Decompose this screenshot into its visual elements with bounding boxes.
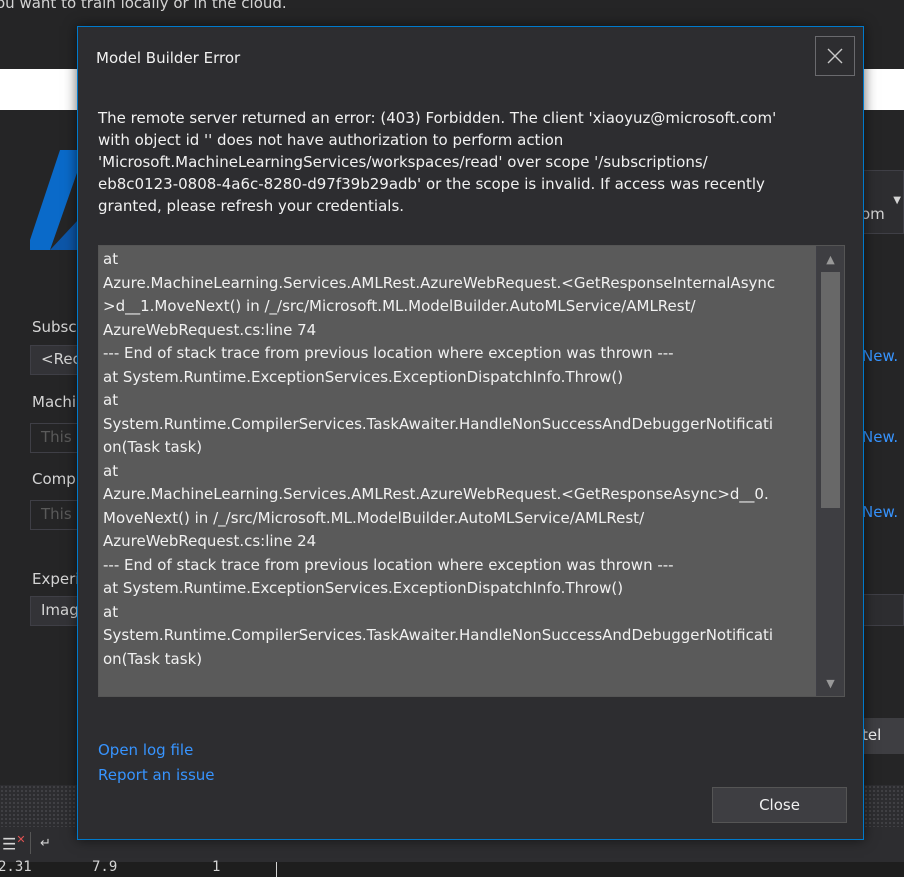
word-wrap-icon[interactable]: ↵ <box>40 836 51 851</box>
data-row: 2.31 7.9 1 <box>0 859 904 877</box>
compute-label: Comp <box>32 470 76 488</box>
account-combo[interactable]: om ▼ <box>860 170 904 234</box>
open-log-file-link[interactable]: Open log file <box>98 741 193 759</box>
stack-trace-line: >d__1.MoveNext() in /_/src/Microsoft.ML.… <box>103 297 696 315</box>
chevron-down-icon: ▼ <box>893 195 901 206</box>
data-cell: 2.31 <box>0 859 32 875</box>
text-cursor <box>276 862 277 877</box>
stack-trace-line: AzureWebRequest.cs:line 74 <box>103 320 317 339</box>
stack-trace-line: at System.Runtime.ExceptionServices.Exce… <box>103 579 624 597</box>
stack-trace-line: Azure.MachineLearning.Services.AMLRest.A… <box>103 485 769 503</box>
compute-combo[interactable]: This <box>30 500 78 530</box>
new-compute-link[interactable]: New. <box>862 503 898 521</box>
background-description: ou want to train locally or in the cloud… <box>0 0 287 12</box>
dialog-title: Model Builder Error <box>96 49 241 67</box>
error-message-line: eb8c0123-0808-4a6c-8280-d97f39b29adb' or… <box>98 175 765 193</box>
experiment-label: Experi <box>32 570 80 588</box>
stack-trace-line: System.Runtime.CompilerServices.TaskAwai… <box>103 626 774 644</box>
data-cell: 1 <box>212 859 221 875</box>
error-message: The remote server returned an error: (40… <box>98 107 843 217</box>
clear-list-icon[interactable]: ☰✕ <box>2 833 26 853</box>
error-message-line: The remote server returned an error: (40… <box>98 109 777 127</box>
stack-trace-scrollbar[interactable]: ▲ ▼ <box>817 246 844 696</box>
stack-trace-line: --- End of stack trace from previous loc… <box>103 344 674 362</box>
close-button[interactable]: Close <box>712 787 847 823</box>
stack-trace-line: AzureWebRequest.cs:line 24 <box>103 532 317 550</box>
background-cancel-button[interactable]: tel <box>862 718 904 754</box>
stack-trace-line: Azure.MachineLearning.Services.AMLRest.A… <box>103 273 776 292</box>
stack-trace-box[interactable]: at Azure.MachineLearning.Services.AMLRes… <box>98 245 845 697</box>
stack-trace-line: at <box>103 391 119 409</box>
chevron-down-icon: ▼ <box>826 676 835 690</box>
stack-trace-line: System.Runtime.CompilerServices.TaskAwai… <box>103 414 774 433</box>
new-subscription-link[interactable]: New. <box>862 347 898 365</box>
subscription-label: Subsc <box>32 318 77 336</box>
new-workspace-link[interactable]: New. <box>862 428 898 446</box>
experiment-right-field[interactable] <box>862 594 904 626</box>
dialog-close-button[interactable] <box>815 36 855 76</box>
stack-trace-line: MoveNext() in /_/src/Microsoft.ML.ModelB… <box>103 508 645 527</box>
scroll-up-button[interactable]: ▲ <box>817 248 844 270</box>
account-combo-value: om <box>861 205 885 223</box>
stack-trace-line: --- End of stack trace from previous loc… <box>103 555 674 574</box>
scrollbar-thumb[interactable] <box>821 272 840 508</box>
report-issue-link[interactable]: Report an issue <box>98 766 215 784</box>
stack-trace-line: on(Task task) <box>103 438 203 456</box>
error-message-line: 'Microsoft.MachineLearningServices/works… <box>98 153 708 171</box>
machine-learning-combo[interactable]: This <box>30 423 78 453</box>
data-cell: 7.9 <box>92 859 118 875</box>
chevron-up-icon: ▲ <box>826 252 835 266</box>
stack-trace-line: at System.Runtime.ExceptionServices.Exce… <box>103 367 624 386</box>
stack-trace-line: on(Task task) <box>103 649 203 668</box>
toolbar-separator <box>30 832 31 854</box>
azure-ml-logo-icon <box>30 150 78 250</box>
stack-trace-line: at <box>103 461 119 480</box>
machine-learning-label: Machi <box>32 393 77 411</box>
scroll-down-button[interactable]: ▼ <box>817 672 844 694</box>
stack-trace-line: at <box>103 602 119 621</box>
stack-trace-text[interactable]: at Azure.MachineLearning.Services.AMLRes… <box>99 246 816 696</box>
stack-trace-line: at <box>103 250 119 268</box>
model-builder-error-dialog: Model Builder Error The remote server re… <box>77 26 864 840</box>
experiment-field[interactable]: Imag <box>30 596 78 626</box>
error-message-line: with object id '' does not have authoriz… <box>98 131 564 149</box>
error-message-line: granted, please refresh your credentials… <box>98 197 405 215</box>
close-icon <box>827 48 843 64</box>
subscription-combo[interactable]: <Rec <box>30 345 78 375</box>
